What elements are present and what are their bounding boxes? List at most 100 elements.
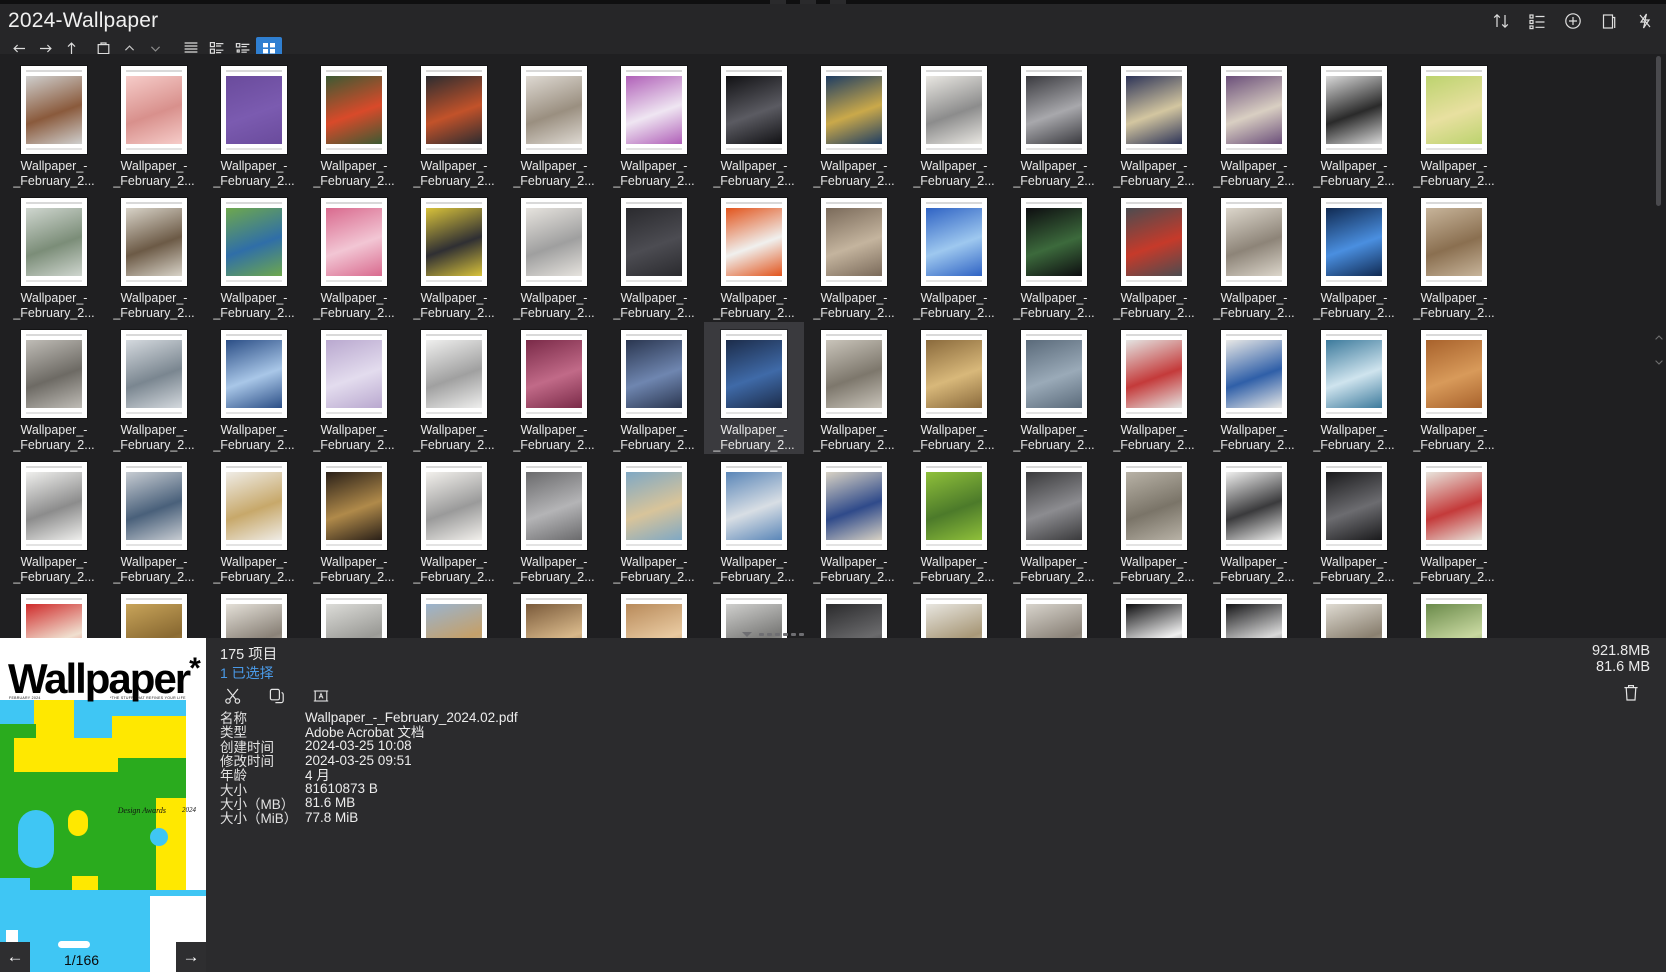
file-item[interactable]: Wallpaper_-_February_2... (504, 322, 604, 454)
file-item[interactable]: Wallpaper_-_February_2... (204, 454, 304, 586)
bottom-panel: Wallpaper* FEBRUARY 2024 *THE STUFF THAT… (0, 638, 1666, 972)
file-item[interactable]: Wallpaper_-_February_2... (4, 586, 104, 638)
file-item[interactable]: Wallpaper_-_February_2... (504, 454, 604, 586)
file-item[interactable]: Wallpaper_-_February_2... (1104, 322, 1204, 454)
file-item[interactable]: Wallpaper_-_February_2... (1404, 58, 1504, 190)
scroll-up-icon[interactable] (1654, 330, 1664, 340)
cut-button[interactable] (220, 684, 246, 708)
file-item[interactable]: Wallpaper_-_February_2... (1004, 190, 1104, 322)
rename-button[interactable] (308, 684, 334, 708)
file-item[interactable]: Wallpaper_-_February_2... (804, 586, 904, 638)
file-item[interactable]: Wallpaper_-_February_2... (1104, 586, 1204, 638)
file-item[interactable]: Wallpaper_-_February_2... (104, 586, 204, 638)
file-item[interactable]: Wallpaper_-_February_2... (704, 586, 804, 638)
file-item[interactable]: Wallpaper_-_February_2... (804, 190, 904, 322)
file-item[interactable]: Wallpaper_-_February_2... (1104, 454, 1204, 586)
file-item[interactable]: Wallpaper_-_February_2... (104, 190, 204, 322)
file-item[interactable]: Wallpaper_-_February_2... (904, 58, 1004, 190)
file-thumbnail (1321, 592, 1387, 638)
file-item[interactable]: Wallpaper_-_February_2... (1104, 58, 1204, 190)
file-item[interactable]: Wallpaper_-_February_2... (1404, 190, 1504, 322)
file-item[interactable]: Wallpaper_-_February_2... (704, 58, 804, 190)
preview-prev-button[interactable]: ← (0, 942, 30, 972)
preview-next-button[interactable]: → (176, 942, 206, 972)
file-item[interactable]: Wallpaper_-_February_2... (804, 58, 904, 190)
file-item[interactable]: Wallpaper_-_February_2... (404, 190, 504, 322)
file-item[interactable]: Wallpaper_-_February_2... (604, 454, 704, 586)
file-item[interactable]: Wallpaper_-_February_2... (1404, 454, 1504, 586)
file-item[interactable]: Wallpaper_-_February_2... (304, 586, 404, 638)
file-item[interactable]: Wallpaper_-_February_2... (1304, 322, 1404, 454)
file-item[interactable]: Wallpaper_-_February_2... (604, 586, 704, 638)
file-item[interactable]: Wallpaper_-_February_2... (404, 454, 504, 586)
file-item[interactable]: Wallpaper_-_February_2... (1304, 190, 1404, 322)
file-item[interactable]: Wallpaper_-_February_2... (1304, 58, 1404, 190)
file-item[interactable]: Wallpaper_-_February_2... (1204, 454, 1304, 586)
file-item[interactable]: Wallpaper_-_February_2... (704, 322, 804, 454)
file-item[interactable]: Wallpaper_-_February_2... (604, 190, 704, 322)
file-item[interactable]: Wallpaper_-_February_2... (104, 58, 204, 190)
file-item[interactable]: Wallpaper_-_February_2... (204, 58, 304, 190)
file-item[interactable]: Wallpaper_-_February_2... (4, 322, 104, 454)
file-item[interactable]: Wallpaper_-_February_2... (304, 190, 404, 322)
pagination-dots[interactable] (742, 632, 804, 637)
file-item[interactable]: Wallpaper_-_February_2... (404, 58, 504, 190)
file-item[interactable]: Wallpaper_-_February_2... (904, 190, 1004, 322)
file-grid-area[interactable]: Wallpaper_-_February_2...Wallpaper_-_Feb… (0, 54, 1560, 638)
copy-button[interactable] (264, 684, 290, 708)
file-label: Wallpaper_-_February_2... (805, 423, 903, 453)
file-item[interactable]: Wallpaper_-_February_2... (204, 190, 304, 322)
file-item[interactable]: Wallpaper_-_February_2... (1404, 586, 1504, 638)
file-item[interactable]: Wallpaper_-_February_2... (1204, 190, 1304, 322)
file-item[interactable]: Wallpaper_-_February_2... (1004, 322, 1104, 454)
file-item[interactable]: Wallpaper_-_February_2... (1404, 322, 1504, 454)
file-item[interactable]: Wallpaper_-_February_2... (4, 190, 104, 322)
sort-icon[interactable] (1490, 10, 1512, 32)
file-item[interactable]: Wallpaper_-_February_2... (504, 190, 604, 322)
file-item[interactable]: Wallpaper_-_February_2... (304, 454, 404, 586)
preview-pane[interactable]: Wallpaper* FEBRUARY 2024 *THE STUFF THAT… (0, 638, 206, 972)
file-item[interactable]: Wallpaper_-_February_2... (4, 454, 104, 586)
selected-count-label[interactable]: 1 已选择 (220, 663, 274, 683)
file-item[interactable]: Wallpaper_-_February_2... (1004, 454, 1104, 586)
scrollbar-thumb[interactable] (1656, 56, 1661, 206)
file-item[interactable]: Wallpaper_-_February_2... (1304, 586, 1404, 638)
file-item[interactable]: Wallpaper_-_February_2... (1004, 58, 1104, 190)
file-item[interactable]: Wallpaper_-_February_2... (104, 454, 204, 586)
file-item[interactable]: Wallpaper_-_February_2... (804, 454, 904, 586)
vertical-scrollbar[interactable] (1652, 54, 1666, 638)
file-item[interactable]: Wallpaper_-_February_2... (904, 322, 1004, 454)
file-item[interactable]: Wallpaper_-_February_2... (704, 454, 804, 586)
file-item[interactable]: Wallpaper_-_February_2... (204, 322, 304, 454)
scroll-down-icon[interactable] (1654, 354, 1664, 364)
file-item[interactable]: Wallpaper_-_February_2... (1004, 586, 1104, 638)
file-item[interactable]: Wallpaper_-_February_2... (604, 58, 704, 190)
file-item[interactable]: Wallpaper_-_February_2... (404, 586, 504, 638)
file-thumbnail (1421, 196, 1487, 286)
file-item[interactable]: Wallpaper_-_February_2... (204, 586, 304, 638)
file-item[interactable]: Wallpaper_-_February_2... (504, 58, 604, 190)
file-item[interactable]: Wallpaper_-_February_2... (304, 58, 404, 190)
file-label: Wallpaper_-_February_2... (1205, 291, 1303, 321)
file-item[interactable]: Wallpaper_-_February_2... (4, 58, 104, 190)
file-item[interactable]: Wallpaper_-_February_2... (304, 322, 404, 454)
file-item[interactable]: Wallpaper_-_February_2... (404, 322, 504, 454)
file-item[interactable]: Wallpaper_-_February_2... (904, 454, 1004, 586)
file-item[interactable]: Wallpaper_-_February_2... (1104, 190, 1204, 322)
delete-button[interactable] (1620, 682, 1644, 706)
clipboard-icon[interactable] (1598, 10, 1620, 32)
preview-seek-slider[interactable] (58, 941, 90, 948)
file-item[interactable]: Wallpaper_-_February_2... (704, 190, 804, 322)
file-item[interactable]: Wallpaper_-_February_2... (1204, 58, 1304, 190)
file-item[interactable]: Wallpaper_-_February_2... (104, 322, 204, 454)
file-item[interactable]: Wallpaper_-_February_2... (904, 586, 1004, 638)
file-item[interactable]: Wallpaper_-_February_2... (804, 322, 904, 454)
add-icon[interactable] (1562, 10, 1584, 32)
bolt-icon[interactable] (1634, 10, 1656, 32)
file-item[interactable]: Wallpaper_-_February_2... (1204, 322, 1304, 454)
list-options-icon[interactable] (1526, 10, 1548, 32)
file-item[interactable]: Wallpaper_-_February_2... (1304, 454, 1404, 586)
file-item[interactable]: Wallpaper_-_February_2... (604, 322, 704, 454)
file-item[interactable]: Wallpaper_-_February_2... (1204, 586, 1304, 638)
file-item[interactable]: Wallpaper_-_February_2... (504, 586, 604, 638)
